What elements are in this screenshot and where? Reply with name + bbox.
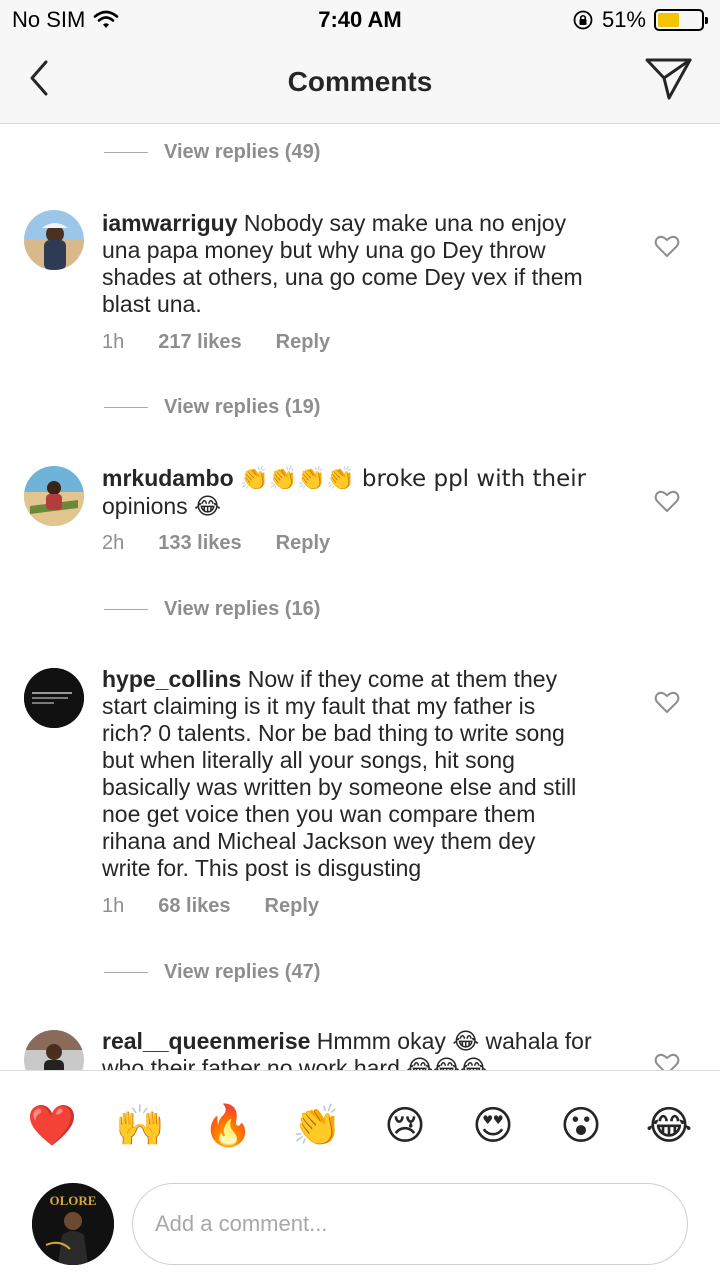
reply-button[interactable]: Reply	[276, 532, 330, 555]
comment-text-line: una papa money but why una go Dey throw	[102, 237, 546, 263]
comment-text-line: shades at others, una go come Dey vex if…	[102, 264, 583, 290]
comment-text-line: blast una.	[102, 291, 202, 317]
comment-time: 1h	[102, 895, 125, 917]
comment-text-line: who their father no work hard 😂😂😂	[102, 1055, 487, 1070]
avatar[interactable]	[24, 1030, 84, 1070]
nav-bar: Comments	[0, 40, 720, 124]
reaction-clap-button[interactable]: 👏	[292, 1101, 342, 1151]
avatar-photo: OLORE	[32, 1183, 114, 1265]
reaction-crying-button[interactable]: 😢	[380, 1101, 430, 1151]
comment-username[interactable]: real__queenmerise	[102, 1028, 310, 1054]
comment-text-line: Now if they come at them they	[247, 666, 558, 692]
comment-input[interactable]	[155, 1184, 665, 1264]
page-title: Comments	[287, 66, 433, 97]
comment-text-line: write for. This post is disgusting	[102, 855, 422, 881]
comment-text-line: start claiming is it my fault that my fa…	[102, 693, 536, 719]
avatar-photo	[24, 210, 84, 270]
reply-button[interactable]: Reply	[276, 331, 330, 354]
comment-likes[interactable]: 217 likes	[158, 331, 241, 354]
comment-text-line: noe get voice then you wan compare them	[102, 801, 536, 827]
comment-text: hype_collins Now if they come at them th…	[102, 666, 622, 882]
comment-meta: 1h 217 likes Reply	[102, 331, 330, 354]
comment-text-line: rich? 0 talents. Nor be bad thing to wri…	[102, 720, 565, 746]
view-replies-button[interactable]: View replies (47)	[104, 961, 320, 984]
heart-icon[interactable]	[654, 489, 680, 513]
reaction-heart-eyes-button[interactable]: 😍	[468, 1101, 518, 1151]
replies-divider	[104, 609, 148, 610]
replies-divider	[104, 152, 148, 153]
comment-likes[interactable]: 68 likes	[158, 895, 230, 918]
avatar-logo-text: OLORE	[50, 1193, 97, 1208]
comment-meta: 2h 133 likes Reply	[102, 532, 330, 555]
comment-text-line: opinions 😂	[102, 493, 221, 519]
battery-level	[658, 13, 680, 27]
battery-icon	[654, 9, 708, 31]
comment-text-line: but when literally all your songs, hit s…	[102, 747, 515, 773]
comment-input-wrapper[interactable]	[132, 1183, 688, 1265]
comment-line: real__queenmerise Hmmm okay 😂 wahala for	[102, 1028, 622, 1055]
view-replies-label: View replies (47)	[164, 961, 321, 983]
replies-divider	[104, 407, 148, 408]
view-replies-label: View replies (19)	[164, 396, 321, 418]
comment-text-line: Nobody say make una no enjoy	[243, 210, 567, 236]
comment-line: hype_collins Now if they come at them th…	[102, 666, 622, 693]
comment-time: 1h	[102, 331, 125, 353]
comment-text-line: basically was written by someone else an…	[102, 774, 577, 800]
status-bar: No SIM 7:40 AM 51%	[0, 0, 720, 40]
battery-percent: 51%	[601, 7, 646, 32]
comment-time: 2h	[102, 532, 125, 554]
heart-icon[interactable]	[654, 1052, 680, 1070]
comment-username[interactable]: iamwarriguy	[102, 210, 238, 236]
view-replies-button[interactable]: View replies (19)	[104, 396, 320, 419]
comment-composer: ❤️ 🙌 🔥 👏 😢 😍 😮 😂 OLORE	[0, 1070, 720, 1280]
reaction-fire-button[interactable]: 🔥	[203, 1101, 253, 1151]
reaction-raised-hands-button[interactable]: 🙌	[115, 1101, 165, 1151]
comment-line: iamwarriguy Nobody say make una no enjoy	[102, 210, 622, 237]
avatar-photo	[24, 1030, 84, 1070]
avatar-photo	[24, 668, 84, 728]
avatar-photo	[24, 466, 84, 526]
quick-reactions: ❤️ 🙌 🔥 👏 😢 😍 😮 😂	[0, 1101, 720, 1151]
comment-text-line: 👏👏👏👏 broke ppl with their	[240, 466, 587, 492]
comment-text: iamwarriguy Nobody say make una no enjoy…	[102, 210, 622, 318]
status-right: 51%	[572, 7, 708, 33]
avatar[interactable]	[24, 668, 84, 728]
comment-text: real__queenmerise Hmmm okay 😂 wahala for…	[102, 1028, 622, 1070]
view-replies-label: View replies (49)	[164, 141, 321, 163]
reaction-surprised-button[interactable]: 😮	[556, 1101, 606, 1151]
view-replies-button[interactable]: View replies (16)	[104, 598, 320, 621]
comment-username[interactable]: mrkudambo	[102, 465, 234, 491]
comment-text-line: rihana and Micheal Jackson wey them dey	[102, 828, 536, 854]
view-replies-label: View replies (16)	[164, 598, 321, 620]
reaction-heart-button[interactable]: ❤️	[27, 1101, 77, 1151]
comment-username[interactable]: hype_collins	[102, 666, 241, 692]
heart-icon[interactable]	[654, 234, 680, 258]
orientation-lock-icon	[573, 10, 593, 30]
comment-likes[interactable]: 133 likes	[158, 532, 241, 555]
comment-line: mrkudambo 👏👏👏👏 broke ppl with their	[102, 465, 622, 493]
avatar[interactable]	[24, 210, 84, 270]
reply-button[interactable]: Reply	[265, 895, 319, 918]
comment-text-line: Hmmm okay 😂 wahala for	[316, 1028, 592, 1054]
current-user-avatar: OLORE	[32, 1183, 114, 1265]
paper-plane-icon[interactable]	[644, 56, 694, 102]
reaction-laughing-button[interactable]: 😂	[644, 1101, 694, 1151]
avatar[interactable]	[24, 466, 84, 526]
heart-icon[interactable]	[654, 690, 680, 714]
view-replies-button[interactable]: View replies (49)	[104, 141, 320, 164]
comment-meta: 1h 68 likes Reply	[102, 895, 319, 918]
comment-text: mrkudambo 👏👏👏👏 broke ppl with their opin…	[102, 465, 622, 520]
comments-list[interactable]: View replies (49) iamwarriguy Nobody say…	[0, 125, 720, 1070]
replies-divider	[104, 972, 148, 973]
